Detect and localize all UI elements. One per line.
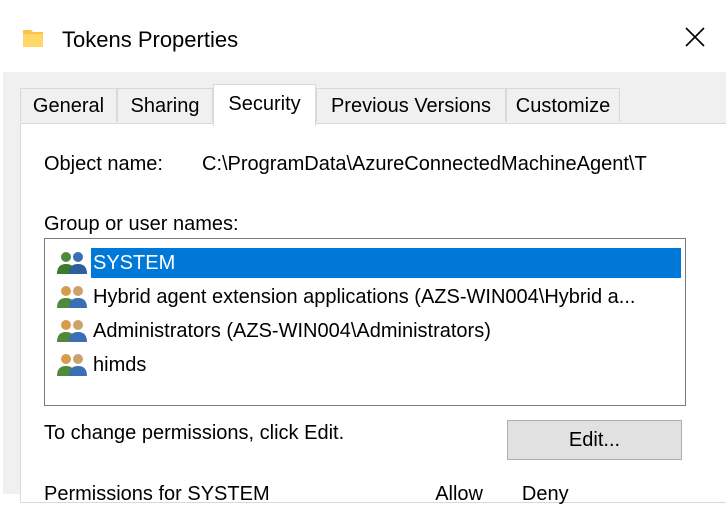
users-icon (55, 250, 89, 276)
tab-customize[interactable]: Customize (506, 88, 620, 122)
window-left-edge (0, 72, 3, 494)
users-icon (55, 318, 89, 344)
change-permissions-text: To change permissions, click Edit. (44, 422, 345, 444)
list-item-administrators[interactable]: Administrators (AZS-WIN004\Administrator… (55, 314, 681, 348)
tab-previous-versions[interactable]: Previous Versions (316, 88, 506, 122)
title-bar[interactable]: Tokens Properties (0, 0, 726, 72)
list-item-label: Hybrid agent extension applications (AZS… (93, 285, 636, 308)
tab-sharing[interactable]: Sharing (117, 88, 213, 122)
permissions-for-label: Permissions for SYSTEM Allow Deny (44, 483, 569, 505)
object-name-value[interactable]: C:\ProgramData\AzureConnectedMachineAgen… (202, 152, 688, 176)
folder-icon (22, 26, 46, 50)
users-icon (55, 352, 89, 378)
users-icon (55, 284, 89, 310)
list-item-label: SYSTEM (91, 248, 681, 278)
window-title: Tokens Properties (62, 27, 239, 52)
list-item-label: himds (93, 353, 147, 376)
group-or-user-names-label: Group or user names: (44, 213, 239, 235)
edit-button[interactable]: Edit... (507, 420, 682, 460)
tab-general[interactable]: General (20, 88, 117, 122)
list-item-label: Administrators (AZS-WIN004\Administrator… (93, 319, 491, 342)
list-item-system[interactable]: SYSTEM (55, 246, 681, 280)
close-icon (684, 26, 706, 53)
properties-dialog: Tokens Properties General Sharing Securi… (0, 0, 726, 505)
tab-security[interactable]: Security (213, 84, 316, 126)
list-item-hybrid-agent[interactable]: Hybrid agent extension applications (AZS… (55, 280, 681, 314)
group-user-listbox[interactable]: SYSTEM Hybrid agent extension applicatio… (44, 238, 686, 406)
close-button[interactable] (672, 18, 718, 60)
object-name-label: Object name: (44, 153, 163, 175)
list-item-himds[interactable]: himds (55, 348, 681, 382)
